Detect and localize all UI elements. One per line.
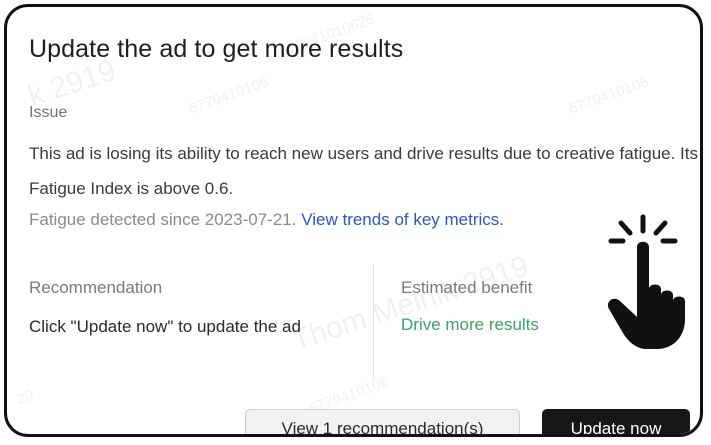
fatigue-detected-line: Fatigue detected since 2023-07-21. View … [29,210,504,230]
view-recommendations-button[interactable]: View 1 recommendation(s) [245,409,520,434]
watermark: 29 [14,386,37,409]
fatigue-detected-text: Fatigue detected since 2023-07-21. [29,210,297,229]
recommendation-label: Recommendation [29,278,163,297]
card-title: Update the ad to get more results [29,35,404,63]
view-trends-link[interactable]: View trends of key metrics. [301,210,504,229]
issue-description: This ad is losing its ability to reach n… [29,144,698,198]
watermark: 6779410106 [566,73,651,118]
recommendation-text: Click "Update now" to update the ad [29,317,301,336]
estimated-benefit-label: Estimated benefit [401,278,533,297]
update-now-button[interactable]: Update now [542,409,690,434]
column-divider [373,265,374,381]
pointing-hand-click-icon [607,214,685,349]
estimated-benefit-value: Drive more results [401,315,539,334]
recommendation-card: k 2919 677941010626 6779410106 677941010… [4,4,703,437]
issue-label: Issue [29,104,68,121]
watermark: 6779410106 [186,73,271,118]
